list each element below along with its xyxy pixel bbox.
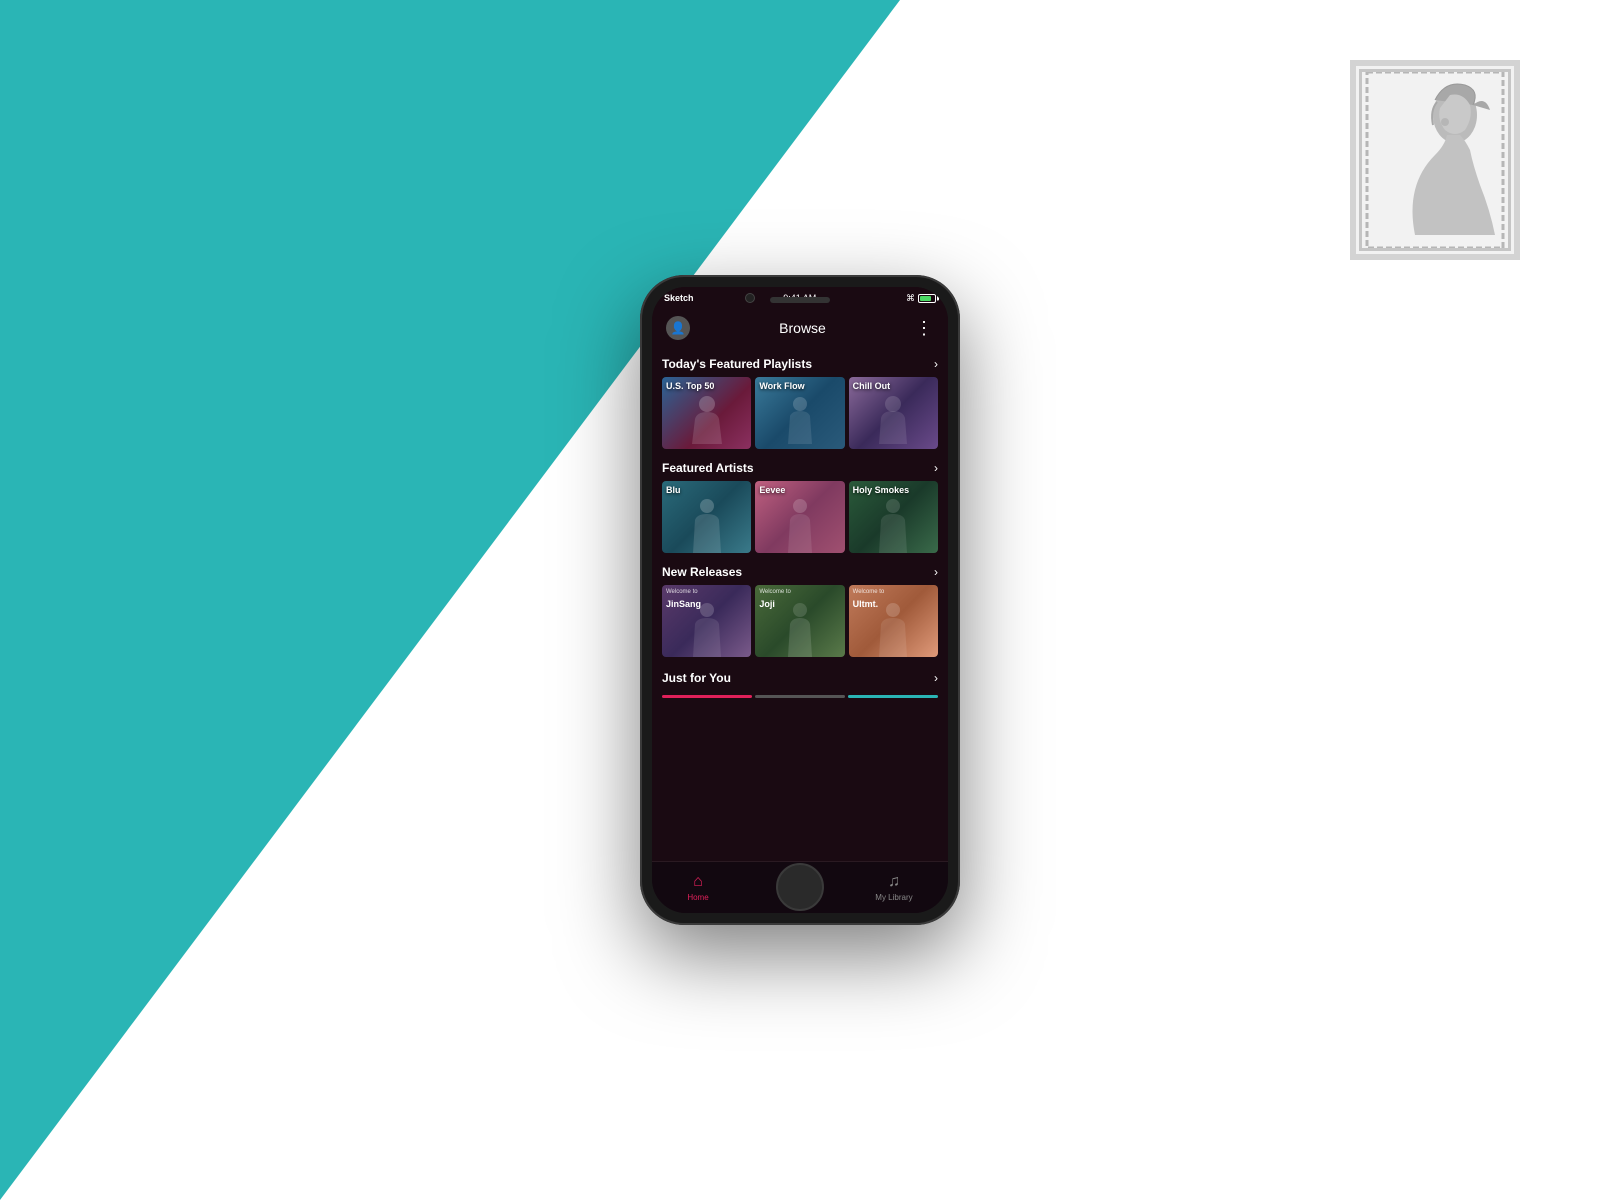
progress-bar-3 (848, 695, 938, 698)
holy-smokes-label: Holy Smokes (853, 485, 934, 496)
artist-card-blu[interactable]: Blu (662, 481, 751, 553)
progress-bar-1 (662, 695, 752, 698)
just-for-you-progress-bars (662, 695, 938, 698)
battery-fill (920, 296, 931, 301)
watermark-stamp (1350, 60, 1520, 260)
release-figure-joji (780, 602, 820, 657)
home-button[interactable] (776, 863, 824, 911)
more-options-button[interactable]: ⋮ (915, 319, 934, 337)
work-flow-label: Work Flow (759, 381, 840, 392)
featured-playlists-section-header: Today's Featured Playlists › (662, 347, 938, 377)
library-icon: ♫ (888, 873, 900, 891)
user-avatar[interactable]: 👤 (666, 316, 690, 340)
featured-artists-grid: Blu Eevee Holy Smo (662, 481, 938, 553)
playlist-card-work-flow[interactable]: Work Flow (755, 377, 844, 449)
release-figure-ultmt (873, 602, 913, 657)
just-for-you-section: Just for You › (662, 659, 938, 698)
jinsang-label: JinSang (666, 599, 747, 610)
joji-sublabel: Welcome to (759, 589, 840, 595)
playlist-card-chill-out[interactable]: Chill Out (849, 377, 938, 449)
battery-tip (937, 296, 939, 301)
chill-out-label: Chill Out (853, 381, 934, 392)
card-figure-chill (873, 394, 913, 449)
phone-camera (745, 293, 755, 303)
home-icon: ⌂ (693, 873, 703, 891)
phone-mockup: Sketch 9:41 AM ⌘ 👤 Browse ⋮ (640, 275, 960, 925)
featured-playlists-title: Today's Featured Playlists (662, 357, 812, 371)
featured-artists-section-header: Featured Artists › (662, 451, 938, 481)
new-releases-title: New Releases (662, 565, 742, 579)
artist-figure-holy (873, 498, 913, 553)
artist-card-eevee[interactable]: Eevee (755, 481, 844, 553)
artist-figure-eevee (780, 498, 820, 553)
playlist-card-us-top-50[interactable]: U.S. Top 50 (662, 377, 751, 449)
tab-library-label: My Library (875, 893, 912, 902)
carrier-signal: Sketch (664, 293, 694, 303)
ultmt-sublabel: Welcome to (853, 589, 934, 595)
featured-artists-title: Featured Artists (662, 461, 754, 475)
jinsang-sublabel: Welcome to (666, 589, 747, 595)
release-card-jinsang[interactable]: Welcome to JinSang (662, 585, 751, 657)
release-figure-jinsang (687, 602, 727, 657)
blu-label: Blu (666, 485, 747, 496)
tab-home[interactable]: ⌂ Home (687, 873, 708, 902)
featured-playlists-grid: U.S. Top 50 Work Flow (662, 377, 938, 449)
phone-body: Sketch 9:41 AM ⌘ 👤 Browse ⋮ (640, 275, 960, 925)
new-releases-grid: Welcome to JinSang Welcome to Joji (662, 585, 938, 657)
watermark-figure (1365, 70, 1505, 250)
us-top-50-label: U.S. Top 50 (666, 381, 747, 392)
avatar-icon: 👤 (671, 321, 686, 335)
joji-label: Joji (759, 599, 840, 610)
bluetooth-icon: ⌘ (906, 293, 915, 304)
featured-artists-arrow-icon[interactable]: › (934, 461, 938, 475)
tab-home-label: Home (687, 893, 708, 902)
phone-screen: Sketch 9:41 AM ⌘ 👤 Browse ⋮ (652, 287, 948, 913)
phone-speaker (770, 297, 830, 303)
battery-area: ⌘ (906, 293, 936, 304)
artist-figure-blu (687, 498, 727, 553)
release-card-joji[interactable]: Welcome to Joji (755, 585, 844, 657)
progress-bar-2 (755, 695, 845, 698)
card-figure-workflow (780, 394, 820, 449)
tab-library[interactable]: ♫ My Library (875, 873, 912, 902)
page-title: Browse (779, 320, 826, 336)
release-card-ultmt[interactable]: Welcome to Ultmt. (849, 585, 938, 657)
ultmt-label: Ultmt. (853, 599, 934, 610)
main-content: Today's Featured Playlists › U.S. Top 50 (652, 347, 948, 861)
card-figure (687, 394, 727, 449)
just-for-you-title: Just for You (662, 671, 731, 685)
just-for-you-arrow-icon[interactable]: › (934, 671, 938, 685)
featured-playlists-arrow-icon[interactable]: › (934, 357, 938, 371)
just-for-you-header: Just for You › (662, 661, 938, 691)
battery-icon (918, 294, 936, 303)
artist-card-holy-smokes[interactable]: Holy Smokes (849, 481, 938, 553)
navigation-bar: 👤 Browse ⋮ (652, 309, 948, 347)
new-releases-section-header: New Releases › (662, 555, 938, 585)
eevee-label: Eevee (759, 485, 840, 496)
new-releases-arrow-icon[interactable]: › (934, 565, 938, 579)
